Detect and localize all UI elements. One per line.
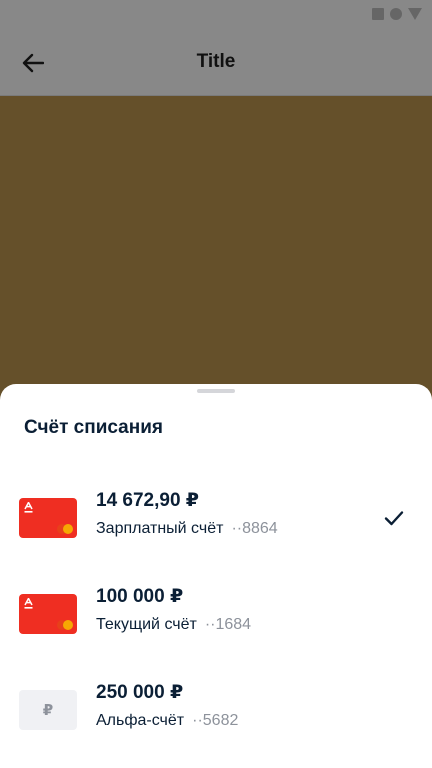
red-card-icon [19,594,77,634]
ruble-icon: ₽ [42,702,54,719]
sheet-title: Счёт списания [24,417,163,438]
alfa-logo-icon [24,502,33,513]
account-number: ··5682 [192,712,239,729]
ruble-card-icon: ₽ [19,690,77,730]
account-amount: 100 000 ₽ [96,586,184,607]
bottom-sheet: Счёт списания 14 672,90 ₽ Зарплатный счё… [0,384,432,768]
alfa-logo-icon [24,598,33,609]
account-name-text: Альфа-счёт [96,712,185,729]
circle-icon [390,8,402,20]
status-bar [0,0,432,30]
app-bar: Title [0,30,432,96]
red-card-icon [19,498,77,538]
account-name: Альфа-счёт ··5682 [96,712,238,730]
square-icon [372,8,384,20]
check-icon [384,511,404,526]
scrim-overlay[interactable] [0,96,432,386]
account-name: Зарплатный счёт ··8864 [96,520,278,538]
page-title: Title [196,51,236,72]
account-amount: 14 672,90 ₽ [96,490,200,511]
mastercard-icon [57,524,73,534]
account-row-alfa[interactable]: ₽ 250 000 ₽ Альфа-счёт ··5682 [0,678,432,750]
account-name-text: Зарплатный счёт [96,520,224,537]
mastercard-icon [57,620,73,630]
account-number: ··8864 [231,520,278,537]
status-icons [372,8,422,20]
account-number: ··1684 [204,616,252,633]
account-row-salary[interactable]: 14 672,90 ₽ Зарплатный счёт ··8864 [0,486,432,558]
triangle-icon [408,8,422,20]
account-name: Текущий счёт ··1684 [96,616,251,634]
account-name-text: Текущий счёт [96,616,197,633]
account-row-current[interactable]: 100 000 ₽ Текущий счёт ··1684 [0,582,432,654]
sheet-drag-handle[interactable] [197,389,235,393]
account-amount: 250 000 ₽ [96,682,184,703]
